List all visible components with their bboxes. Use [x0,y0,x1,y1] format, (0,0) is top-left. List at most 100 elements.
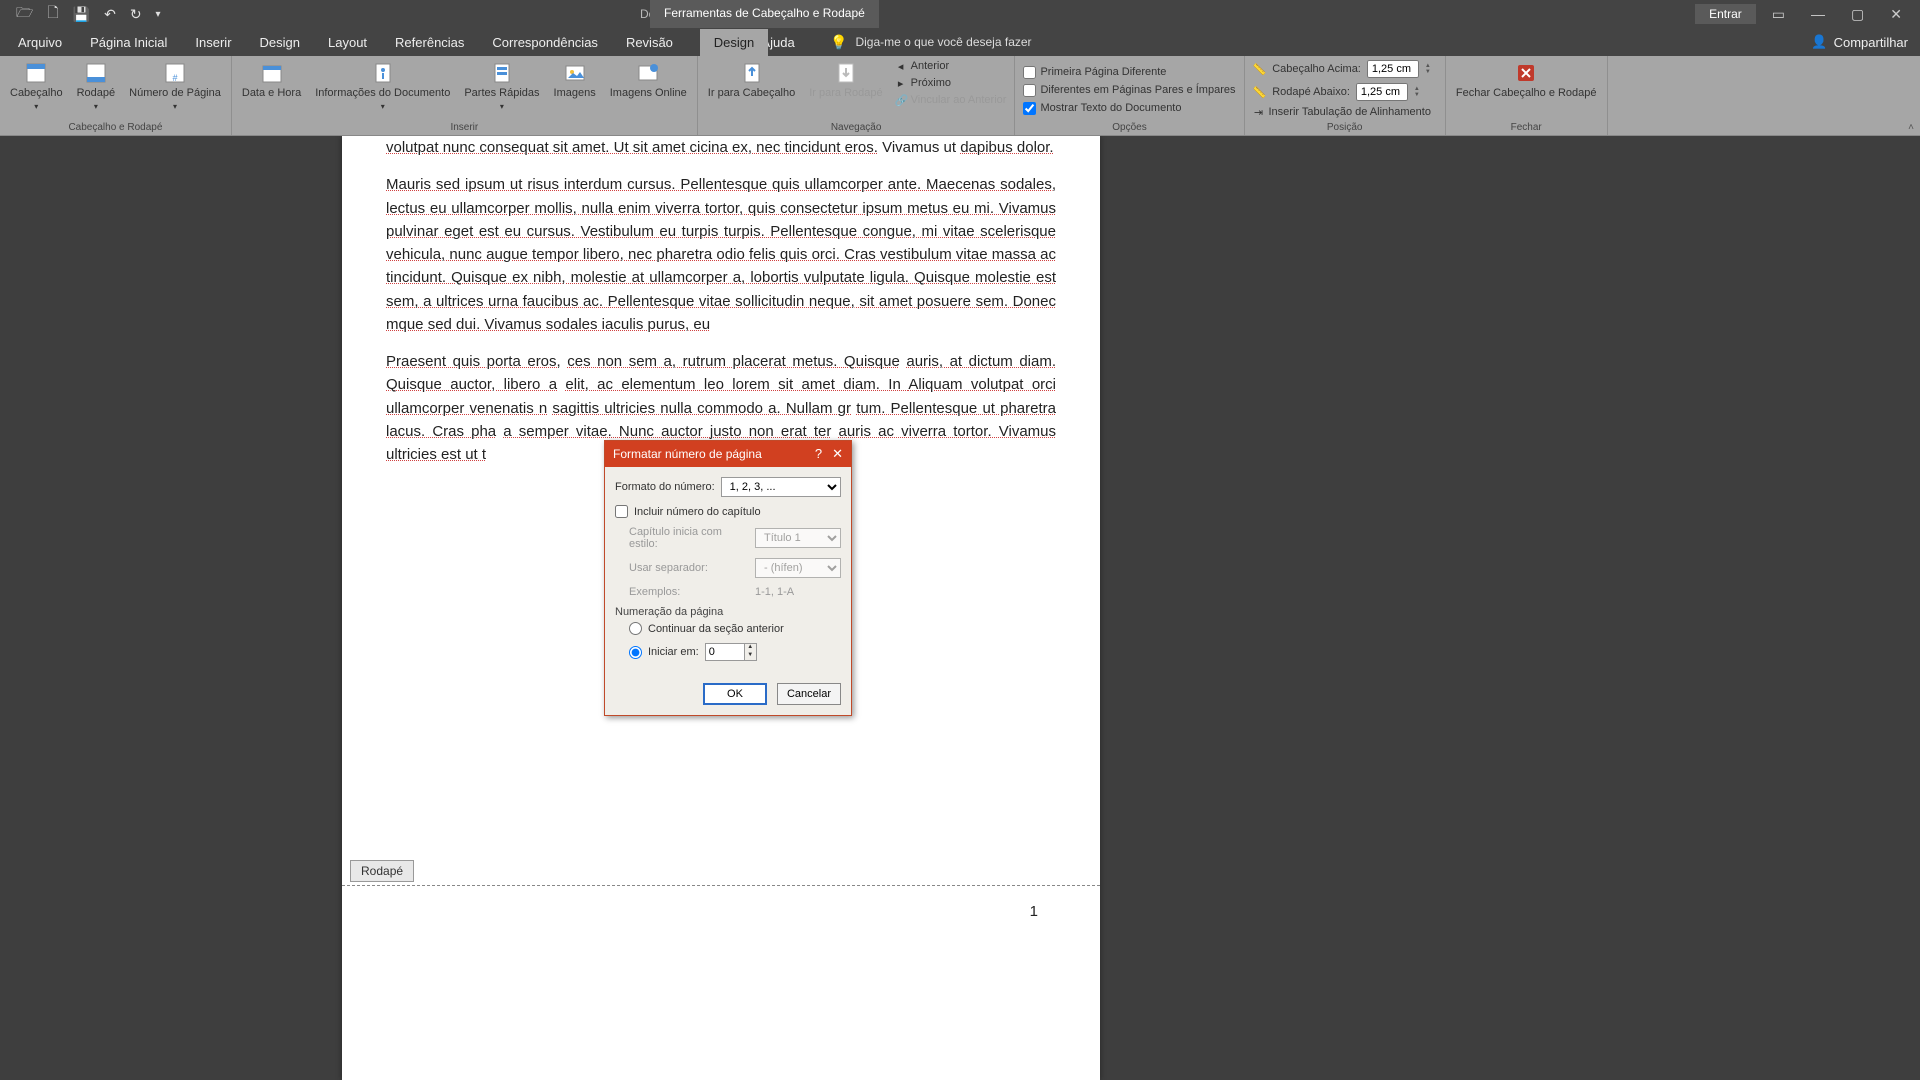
prev-icon: ◂ [895,61,907,73]
online-images-icon [636,61,660,85]
footer-icon [84,61,108,85]
cancel-button[interactable]: Cancelar [777,683,841,705]
close-icon[interactable]: ✕ [1880,6,1912,23]
iniciar-input[interactable] [705,643,745,661]
redo-icon[interactable]: ↻ [130,6,142,23]
login-button[interactable]: Entrar [1695,4,1756,24]
ir-cabecalho-button[interactable]: Ir para Cabeçalho [702,59,801,102]
formato-label: Formato do número: [615,481,715,493]
undo-icon[interactable]: ↶ [104,6,116,23]
menu-tabs: Arquivo Página Inicial Inserir Design La… [0,28,1920,56]
incluir-capitulo-check[interactable]: Incluir número do capítulo [615,505,841,518]
document-area: volutpat nunc consequat sit amet. Ut sit… [0,136,1920,1080]
maximize-icon[interactable]: ▢ [1841,6,1874,23]
page-number-icon: # [163,61,187,85]
cap-estilo-label: Capítulo inicia com estilo: [629,526,749,550]
partes-rapidas-label: Partes Rápidas [464,87,539,100]
page-number-display: 1 [1030,903,1038,920]
qat-more-icon[interactable]: ▾ [156,9,161,20]
tab-inserir[interactable]: Inserir [181,29,245,56]
tab-icon: ⇥ [1253,107,1265,119]
share-button[interactable]: 👤 Compartilhar [1811,34,1908,50]
tell-me-search[interactable]: 💡 Diga-me o que você deseja fazer [830,34,1032,51]
partes-rapidas-button[interactable]: Partes Rápidas▾ [458,59,545,114]
dialog-close-icon[interactable]: ✕ [832,446,843,462]
tab-arquivo[interactable]: Arquivo [4,29,76,56]
formato-select[interactable]: 1, 2, 3, ... [721,477,841,497]
tab-correspondencias[interactable]: Correspondências [478,29,612,56]
tab-pagina-inicial[interactable]: Página Inicial [76,29,181,56]
imagens-button[interactable]: Imagens [548,59,602,102]
bulb-icon: 💡 [830,34,847,51]
continuar-radio[interactable] [629,622,642,635]
rodape-button[interactable]: Rodapé▾ [71,59,122,114]
continuar-radio-row[interactable]: Continuar da seção anterior [629,622,841,635]
inserir-tabulacao-button[interactable]: ⇥ Inserir Tabulação de Alinhamento [1249,105,1435,120]
tab-design-context[interactable]: Design [700,29,768,56]
tell-me-text: Diga-me o que você deseja fazer [855,35,1031,49]
save-icon[interactable]: 💾 [73,6,90,23]
cap-estilo-select: Título 1 [755,528,841,548]
tab-design[interactable]: Design [246,29,314,56]
text-frag: volutpat nunc consequat sit amet. Ut sit… [386,139,878,156]
document-body: volutpat nunc consequat sit amet. Ut sit… [342,136,1100,466]
text-frag: que sed dui. Vivamus sodales iaculis pur… [399,316,711,333]
images-icon [563,61,587,85]
text-frag: elit, ac elementum leo lorem sit amet di… [565,376,908,393]
text-frag: Praesent quis porta eros, [386,353,561,370]
data-hora-button[interactable]: Data e Hora [236,59,307,102]
cabecalho-button[interactable]: Cabeçalho▾ [4,59,69,114]
ruler-icon-2: 📏 [1253,86,1267,99]
imagens-online-label: Imagens Online [610,87,687,100]
new-icon[interactable]: 🗋 [47,2,58,26]
incluir-capitulo-checkbox[interactable] [615,505,628,518]
tab-referencias[interactable]: Referências [381,29,478,56]
ribbon: Cabeçalho▾ Rodapé▾ # Número de Página▾ C… [0,56,1920,136]
proximo-button[interactable]: ▸Próximo [891,76,1011,91]
ribbon-display-icon[interactable]: ▭ [1762,6,1795,23]
dialog-help-icon[interactable]: ? [815,446,822,462]
spin-arrows-2[interactable]: ▲▼ [1414,86,1426,98]
pares-impares-check[interactable]: Diferentes em Páginas Pares e Ímpares [1019,83,1239,98]
group-label-5: Posição [1249,122,1441,135]
share-icon: 👤 [1811,34,1827,50]
iniciar-radio[interactable] [629,646,642,659]
cabecalho-acima-input[interactable] [1367,60,1419,78]
spin-arrows-1[interactable]: ▲▼ [1425,63,1437,75]
numero-pagina-button[interactable]: # Número de Página▾ [123,59,227,114]
fechar-cabecalho-button[interactable]: Fechar Cabeçalho e Rodapé [1450,59,1603,102]
minimize-icon[interactable]: — [1801,6,1835,22]
info-documento-button[interactable]: Informações do Documento▾ [309,59,456,114]
primeira-diferente-label: Primeira Página Diferente [1040,66,1166,78]
open-icon[interactable]: 🗁 [16,2,33,26]
cabecalho-acima-label: Cabeçalho Acima: [1272,63,1361,75]
data-hora-label: Data e Hora [242,87,301,100]
iniciar-spin[interactable]: ▲▼ [745,643,757,661]
mostrar-texto-label: Mostrar Texto do Documento [1040,102,1181,114]
ruler-icon: 📏 [1253,63,1267,76]
inserir-tab-label: Inserir Tabulação de Alinhamento [1269,106,1431,119]
pares-impares-label: Diferentes em Páginas Pares e Ímpares [1040,84,1235,96]
text-para: Mauris sed ipsum ut risus interdum cursu… [386,176,1056,333]
primeira-diferente-check[interactable]: Primeira Página Diferente [1019,65,1170,80]
ok-button[interactable]: OK [703,683,767,705]
group-label-4: Opções [1019,122,1239,135]
tab-layout[interactable]: Layout [314,29,381,56]
ir-rodape-button: Ir para Rodapé [803,59,888,102]
title-bar: 🗁 🗋 💾 ↶ ↻ ▾ Documento1 - Word Ferramenta… [0,0,1920,28]
anterior-button[interactable]: ◂ Anterior [891,59,1011,74]
iniciar-radio-row[interactable]: Iniciar em: [629,646,699,659]
imagens-online-button[interactable]: Imagens Online [604,59,693,102]
incluir-cap-label: Incluir número do capítulo [634,506,761,518]
format-page-number-dialog: Formatar número de página ? ✕ Formato do… [604,440,852,716]
date-time-icon [260,61,284,85]
anterior-label: Anterior [911,60,950,73]
continuar-label: Continuar da seção anterior [648,623,784,635]
text-frag: Vivamus ut [878,139,960,156]
rodape-abaixo-input[interactable] [1356,83,1408,101]
mostrar-texto-check[interactable]: Mostrar Texto do Documento [1019,101,1185,116]
separador-select: - (hífen) [755,558,841,578]
rodape-abaixo-row: 📏 Rodapé Abaixo: ▲▼ [1249,82,1430,102]
ribbon-group-inserir: Data e Hora Informações do Documento▾ Pa… [232,56,698,135]
collapse-ribbon-icon[interactable]: ˄ [1908,122,1914,133]
